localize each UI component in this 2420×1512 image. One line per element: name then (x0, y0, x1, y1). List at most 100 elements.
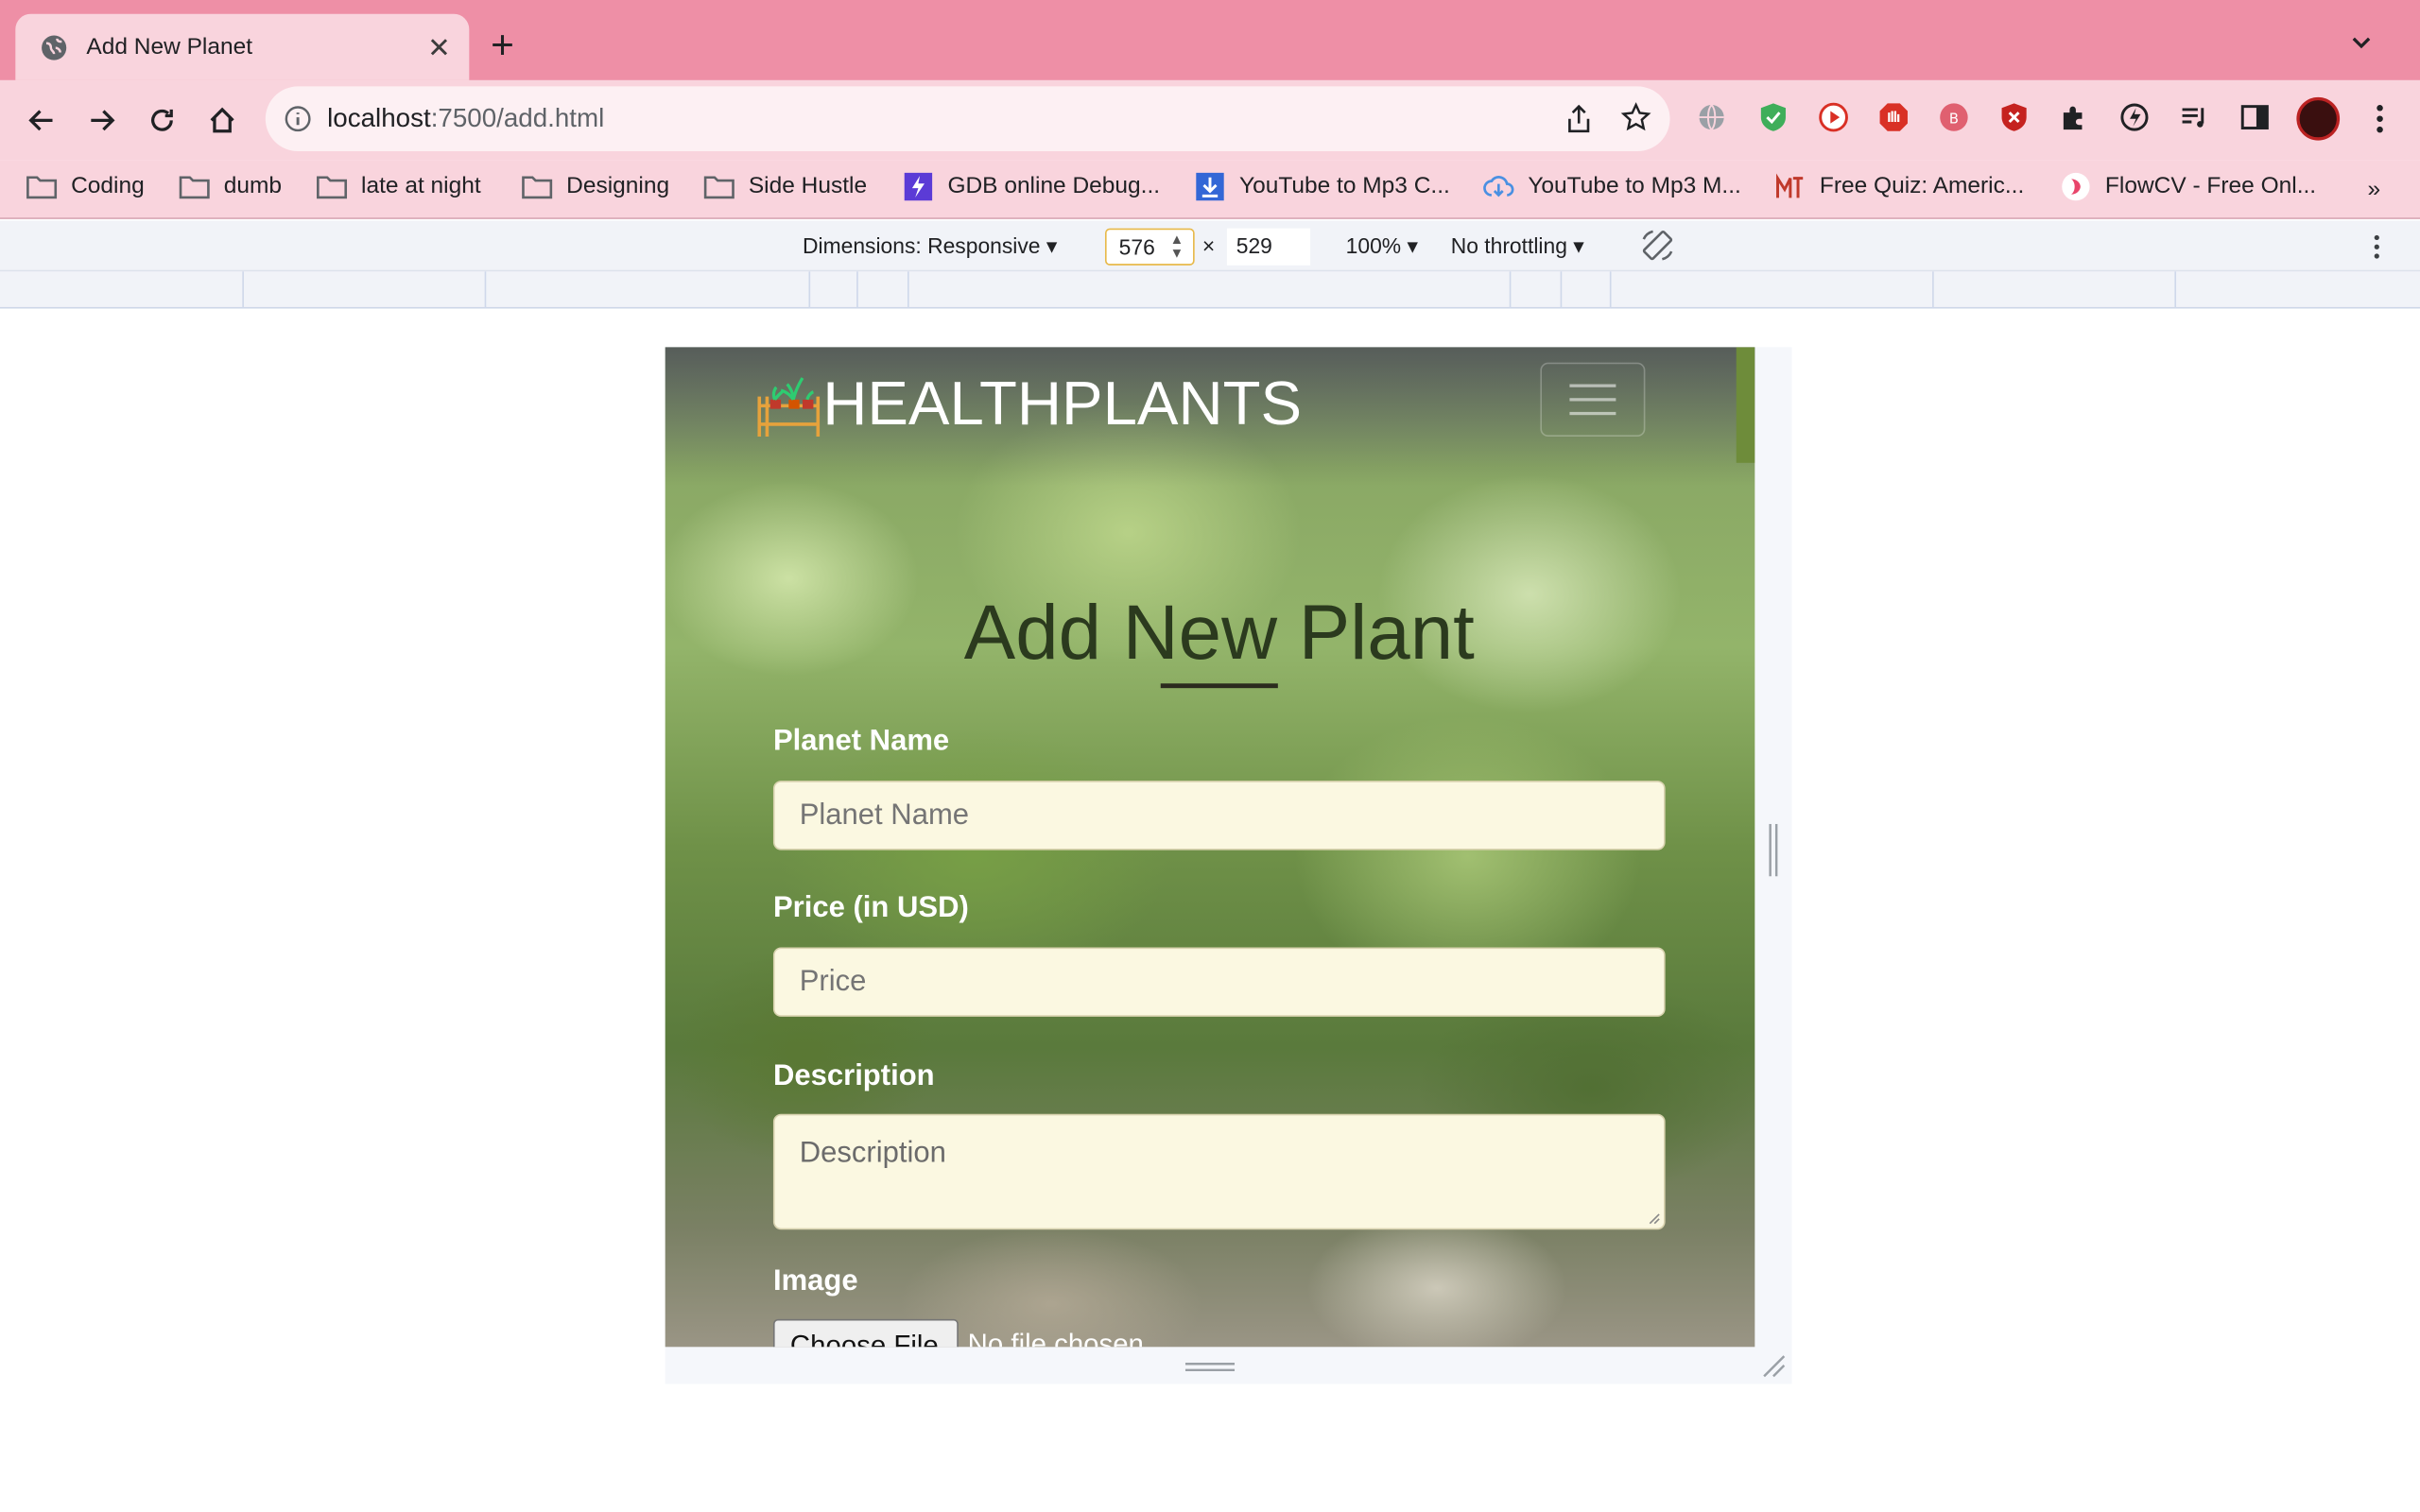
resize-handle-bottom-icon[interactable] (1184, 1361, 1236, 1373)
bookmark-designing[interactable]: Designing (522, 173, 669, 199)
image-label: Image (772, 1264, 858, 1298)
bookmark-label: FlowCV - Free Onl... (2104, 172, 2317, 199)
bookmark-star-icon[interactable] (1620, 102, 1651, 133)
chevron-down-icon[interactable] (2349, 31, 2374, 56)
brand-name: HEALTHPLANTS (822, 369, 1303, 438)
bookmark-gdb[interactable]: GDB online Debug... (903, 172, 1161, 200)
bookmark-label: Free Quiz: Americ... (1819, 172, 2025, 199)
extension-speed-icon[interactable] (2116, 98, 2152, 135)
width-input[interactable]: 576 ▲ ▼ (1104, 228, 1195, 266)
extensions-puzzle-icon[interactable] (2056, 98, 2093, 135)
reload-icon (151, 109, 173, 131)
profile-avatar[interactable] (2296, 96, 2341, 141)
resize-grip-icon[interactable] (1649, 1212, 1661, 1225)
bookmark-label: YouTube to Mp3 C... (1239, 172, 1450, 199)
bookmark-label: Designing (566, 172, 670, 199)
folder-icon (179, 175, 210, 198)
bookmark-label: dumb (223, 172, 283, 199)
extension-vpn-icon[interactable] (1693, 98, 1730, 135)
tab-strip: Add New Planet ✕ + (0, 0, 2420, 80)
extension-shield-icon[interactable] (1754, 98, 1791, 135)
quiz-icon (1776, 172, 1804, 198)
bookmark-youtube-mp3-m[interactable]: YouTube to Mp3 M... (1483, 173, 1741, 199)
home-icon (210, 107, 234, 133)
folder-icon (26, 175, 58, 198)
folder-icon (317, 175, 348, 198)
plant-name-input[interactable] (772, 781, 1666, 850)
extension-badge-icon[interactable]: B (1935, 98, 1972, 135)
hamburger-line (1569, 411, 1616, 416)
svg-text:B: B (1949, 112, 1959, 128)
dimensions-dropdown[interactable]: Dimensions: Responsive ▾ (803, 233, 1057, 260)
zoom-dropdown[interactable]: 100% ▾ (1346, 233, 1418, 260)
description-placeholder: Description (799, 1137, 946, 1170)
throttling-dropdown[interactable]: No throttling ▾ (1451, 233, 1584, 260)
reload-button[interactable] (142, 100, 182, 140)
bookmark-late-at-night[interactable]: late at night (317, 173, 481, 199)
bookmark-dumb[interactable]: dumb (179, 173, 282, 199)
description-textarea[interactable]: Description (772, 1113, 1666, 1230)
folder-icon (703, 175, 735, 198)
bookmark-youtube-mp3-c[interactable]: YouTube to Mp3 C... (1195, 172, 1450, 200)
height-input[interactable]: 529 (1226, 228, 1311, 266)
navbar-brand[interactable]: HEALTHPLANTS (754, 369, 1302, 439)
throttling-value: No throttling (1450, 232, 1567, 258)
new-tab-button[interactable]: + (491, 25, 514, 64)
folder-icon (522, 175, 553, 198)
browser-toolbar: localhost:7500/add.html B (0, 79, 2420, 161)
extension-ublock-icon[interactable] (1996, 98, 2032, 135)
bookmark-label: YouTube to Mp3 M... (1528, 172, 1741, 199)
bookmark-label: Side Hustle (748, 172, 868, 199)
bookmark-label: Coding (71, 172, 145, 199)
arrow-right-icon (91, 110, 115, 131)
home-button[interactable] (202, 100, 242, 140)
extension-adblock-icon[interactable] (1876, 98, 1912, 135)
browser-menu-icon[interactable] (2364, 100, 2395, 137)
plant-shelf-logo-icon (757, 377, 821, 438)
close-tab-icon[interactable]: ✕ (427, 33, 451, 60)
height-value: 529 (1236, 232, 1272, 258)
device-toolbar: Dimensions: Responsive ▾ 576 ▲ ▼ × 529 100… (0, 220, 2420, 272)
tab-add-new-planet[interactable]: Add New Planet ✕ (15, 13, 470, 80)
download-icon (1196, 172, 1224, 200)
more-bookmarks-button[interactable]: » (2367, 176, 2380, 202)
bookmarks-bar: Coding dumb late at night Designing Side… (0, 160, 2420, 219)
resize-handle-corner-icon[interactable] (1761, 1353, 1786, 1378)
description-label: Description (772, 1059, 935, 1092)
bookmark-side-hustle[interactable]: Side Hustle (703, 173, 867, 199)
price-input[interactable] (772, 947, 1666, 1017)
address-bar[interactable]: localhost:7500/add.html (265, 86, 1670, 151)
device-menu-icon[interactable] (2364, 232, 2389, 263)
bookmark-coding[interactable]: Coding (26, 173, 145, 199)
media-playlist-icon[interactable] (2176, 98, 2213, 135)
price-label: Price (in USD) (772, 891, 969, 924)
side-panel-icon[interactable] (2237, 98, 2273, 135)
resize-handle-right-icon[interactable] (1767, 823, 1779, 877)
share-icon[interactable] (1565, 103, 1593, 134)
zoom-value: 100% (1345, 232, 1402, 258)
forward-button[interactable] (82, 100, 122, 140)
dimensions-label: Dimensions: Responsive (802, 232, 1041, 258)
title-underline (1160, 683, 1278, 689)
media-query-bar (0, 271, 2420, 309)
bookmark-flowcv[interactable]: FlowCV - Free Onl... (2061, 172, 2317, 200)
url-host: localhost (327, 103, 431, 133)
page-viewport: HEALTHPLANTS Add New Plant Planet Name P… (665, 347, 1755, 1348)
tab-title: Add New Planet (86, 33, 253, 60)
cloud-download-icon (1483, 175, 1514, 197)
url-path: :7500/add.html (430, 103, 605, 133)
flowcv-icon (2062, 172, 2090, 200)
bookmark-label: GDB online Debug... (947, 172, 1161, 199)
bookmark-free-quiz[interactable]: Free Quiz: Americ... (1775, 172, 2025, 199)
plant-name-label: Planet Name (772, 725, 950, 758)
file-status-text: No file chosen (967, 1328, 1144, 1348)
choose-file-button[interactable]: Choose File (772, 1318, 959, 1348)
extension-record-icon[interactable] (1815, 98, 1852, 135)
stepper-icon[interactable]: ▲ ▼ (1170, 232, 1184, 261)
width-value: 576 (1118, 234, 1155, 260)
navbar-toggle-button[interactable] (1540, 362, 1646, 438)
back-button[interactable] (22, 100, 61, 140)
rotate-icon[interactable] (1639, 227, 1676, 264)
url-text: localhost:7500/add.html (327, 103, 604, 134)
globe-icon (42, 34, 67, 60)
